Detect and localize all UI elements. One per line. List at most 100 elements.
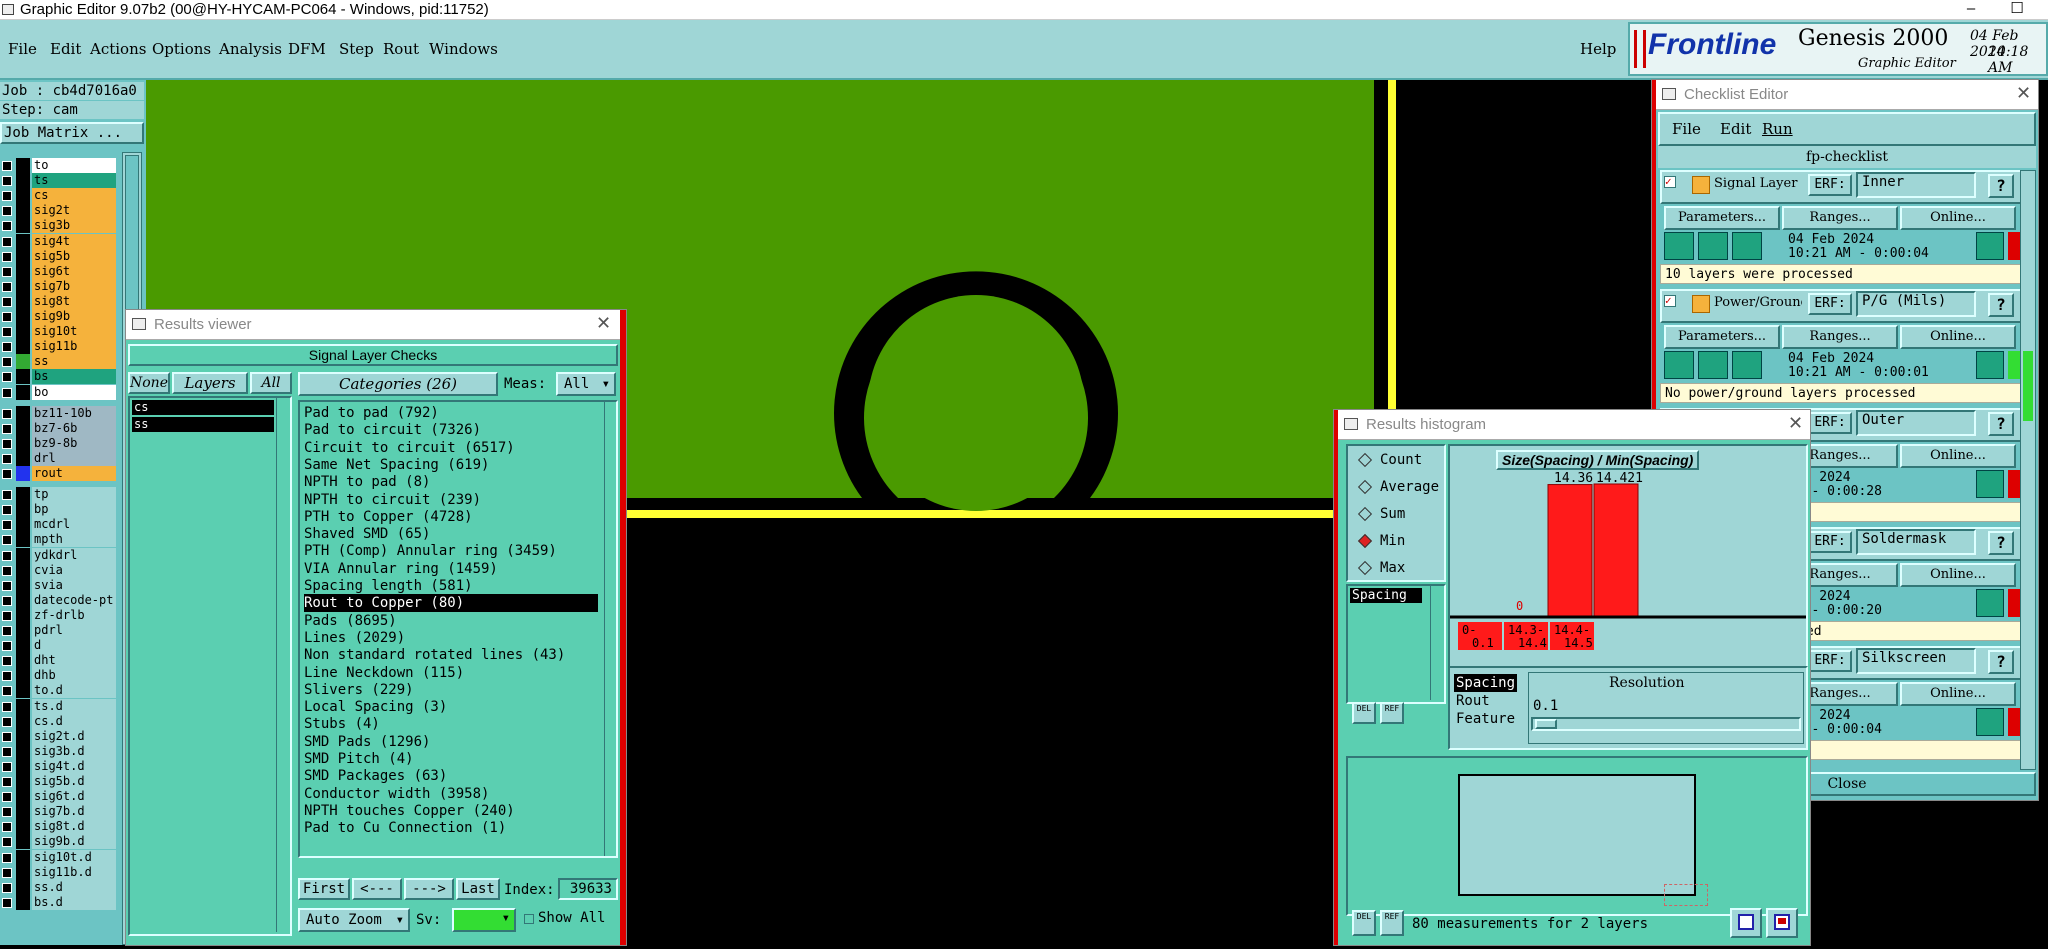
none-button[interactable]: None (128, 372, 170, 394)
checklist-scroll-thumb[interactable] (2023, 351, 2033, 421)
ref-button[interactable]: REF (1380, 702, 1404, 724)
layer-row[interactable]: bs.d (0, 894, 118, 911)
prev-button[interactable]: <--- (352, 878, 402, 900)
run-icon[interactable] (1732, 232, 1762, 260)
zoom-icon[interactable] (1976, 351, 2004, 379)
histogram-bar[interactable] (1593, 483, 1639, 617)
layer-checkbox[interactable] (2, 535, 12, 546)
run-icon[interactable] (1732, 351, 1762, 379)
last-button[interactable]: Last (456, 878, 500, 900)
layer-row[interactable]: mcdrl (0, 517, 118, 533)
job-matrix-button[interactable]: Job Matrix ... (0, 122, 144, 144)
layer-row[interactable]: sig3b.d (0, 743, 118, 760)
layer-checkbox[interactable] (2, 852, 12, 863)
mode-radio-max[interactable]: Max (1357, 558, 1458, 580)
category-item[interactable]: SMD Packages (63) (304, 767, 447, 785)
menu-dfm[interactable]: DFM (288, 40, 326, 58)
category-item[interactable]: Spacing length (581) (304, 577, 473, 595)
layer-row[interactable]: cvia (0, 562, 118, 579)
index-field[interactable]: 39633 (558, 878, 618, 900)
layer-checkbox[interactable] (2, 792, 12, 803)
run-icon[interactable] (1664, 351, 1694, 379)
category-item[interactable]: VIA Annular ring (1459) (304, 560, 498, 578)
category-item[interactable]: Pads (8695) (304, 612, 397, 630)
layer-checkbox[interactable] (2, 867, 12, 878)
layer-row[interactable]: rout (0, 466, 118, 482)
layer-row[interactable]: sig3b (0, 218, 118, 234)
help-button[interactable]: ? (1988, 650, 2014, 674)
result-layer-item[interactable]: ss (132, 417, 274, 432)
layer-row[interactable]: ss.d (0, 879, 118, 896)
erf-value-field[interactable]: Outer (1856, 410, 1976, 436)
category-item[interactable]: SMD Pads (1296) (304, 733, 430, 751)
zoom-icon[interactable] (1976, 470, 2004, 498)
category-item[interactable]: PTH (Comp) Annular ring (3459) (304, 542, 557, 560)
layer-row[interactable]: sig11b.d (0, 864, 118, 881)
layer-checkbox[interactable] (2, 822, 12, 833)
erf-value-field[interactable]: Inner (1856, 172, 1976, 198)
layer-checkbox[interactable] (2, 342, 12, 353)
layer-row[interactable]: sig7b (0, 278, 118, 295)
help-button[interactable]: ? (1988, 293, 2014, 317)
layer-checkbox[interactable] (2, 505, 12, 516)
measure-list[interactable]: Spacing (1346, 584, 1446, 704)
minimize-button[interactable]: – (1948, 0, 1994, 20)
help-button[interactable]: ? (1988, 531, 2014, 555)
sv-color-select[interactable]: ▾ (452, 908, 516, 932)
close-icon[interactable]: ✕ (596, 313, 611, 334)
layer-row[interactable]: bz9-8b (0, 435, 118, 452)
check-enabled-checkbox[interactable]: ✓ (1664, 176, 1676, 188)
category-item[interactable]: Lines (2029) (304, 629, 405, 647)
attr-item[interactable]: Feature (1454, 710, 1517, 728)
layer-checkbox[interactable] (2, 701, 12, 712)
checklist-menu-file[interactable]: File (1672, 120, 1701, 138)
help-button[interactable]: ? (1988, 174, 2014, 198)
layer-checkbox[interactable] (2, 423, 12, 434)
layer-checkbox[interactable] (2, 716, 12, 727)
histogram-bar[interactable] (1547, 484, 1593, 617)
layer-checkbox[interactable] (2, 565, 12, 576)
ranges-button[interactable]: Ranges... (1782, 206, 1898, 230)
online-button[interactable]: Online... (1900, 444, 2016, 468)
layer-checkbox[interactable] (2, 641, 12, 652)
layer-row[interactable]: bz7-6b (0, 420, 118, 437)
layer-row[interactable]: sig2t (0, 203, 118, 219)
layer-row[interactable]: sig2t.d (0, 728, 118, 745)
layer-checkbox[interactable] (2, 438, 12, 449)
layer-row[interactable]: dht (0, 653, 118, 669)
layer-checkbox[interactable] (2, 357, 12, 368)
layer-row[interactable]: cs.d (0, 713, 118, 730)
online-button[interactable]: Online... (1900, 325, 2016, 349)
zoom-icon[interactable] (1976, 232, 2004, 260)
layer-checkbox[interactable] (2, 686, 12, 697)
category-item[interactable]: NPTH touches Copper (240) (304, 802, 515, 820)
checklist-menu-run[interactable]: Run (1762, 120, 1793, 138)
layer-row[interactable]: sig7b.d (0, 804, 118, 820)
menu-file[interactable]: File (8, 40, 37, 58)
layers-button[interactable]: Layers (172, 372, 248, 394)
layer-row[interactable]: sig8t.d (0, 819, 118, 835)
layer-row[interactable]: bp (0, 502, 118, 518)
menu-windows[interactable]: Windows (429, 40, 498, 58)
layer-checkbox[interactable] (2, 387, 12, 398)
menu-actions[interactable]: Actions (90, 40, 146, 58)
layer-row[interactable]: sig9b (0, 309, 118, 325)
layer-row[interactable]: dhb (0, 668, 118, 684)
help-button[interactable]: ? (1988, 412, 2014, 436)
layer-row[interactable]: sig8t (0, 293, 118, 310)
run-icon[interactable] (1698, 351, 1728, 379)
layer-row[interactable]: bs (0, 369, 118, 385)
layer-row[interactable]: pdrl (0, 623, 118, 639)
layer-row[interactable]: datecode-pt (0, 592, 118, 609)
attr-item[interactable]: Rout (1454, 692, 1492, 710)
layer-checkbox[interactable] (2, 372, 12, 383)
layer-row[interactable]: ss (0, 354, 118, 370)
erf-value-field[interactable]: Silkscreen (1856, 648, 1976, 674)
ranges-button[interactable]: Ranges... (1782, 325, 1898, 349)
categories-button[interactable]: Categories (26) (298, 372, 498, 396)
category-item[interactable]: Same Net Spacing (619) (304, 456, 489, 474)
menu-step[interactable]: Step (339, 40, 374, 58)
close-icon[interactable]: ✕ (1788, 413, 1803, 434)
layer-row[interactable]: sig4t (0, 233, 118, 250)
layer-checkbox[interactable] (2, 408, 12, 419)
